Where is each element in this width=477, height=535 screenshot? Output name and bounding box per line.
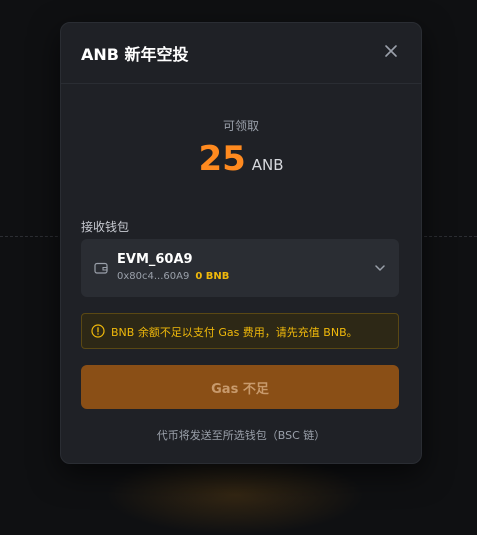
insufficient-gas-warning: BNB 余额不足以支付 Gas 费用，请先充值 BNB。 <box>81 313 399 349</box>
modal-title: ANB 新年空投 <box>81 45 189 64</box>
claim-amount: 25 ANB <box>61 139 421 179</box>
wallet-name: EVM_60A9 <box>117 252 193 267</box>
wallet-balance: 0 BNB <box>195 271 230 282</box>
airdrop-modal: ANB 新年空投 可领取 25 ANB 接收钱包 EVM_60A9 0x80c4.… <box>60 22 422 464</box>
close-icon <box>385 45 397 57</box>
claim-amount-value: 25 <box>198 139 246 179</box>
close-button[interactable] <box>381 41 401 61</box>
footer-note: 代币将发送至所选钱包（BSC 链） <box>156 429 326 442</box>
wallet-details: 0x80c4...60A9 0 BNB <box>117 271 229 282</box>
chevron-down-icon <box>375 265 385 271</box>
modal-header: ANB 新年空投 <box>61 23 421 84</box>
warning-icon <box>91 324 105 338</box>
wallet-icon <box>94 262 108 274</box>
wallet-select[interactable]: EVM_60A9 0x80c4...60A9 0 BNB <box>81 239 399 297</box>
background-glow <box>105 455 365 535</box>
claimable-label: 可领取 <box>222 119 259 133</box>
claim-amount-unit: ANB <box>251 156 284 174</box>
wallet-address: 0x80c4...60A9 <box>117 271 190 282</box>
warning-text: BNB 余额不足以支付 Gas 费用，请先充值 BNB。 <box>111 326 358 339</box>
receive-wallet-label: 接收钱包 <box>81 220 130 234</box>
insufficient-gas-button[interactable]: Gas 不足 <box>81 365 399 409</box>
